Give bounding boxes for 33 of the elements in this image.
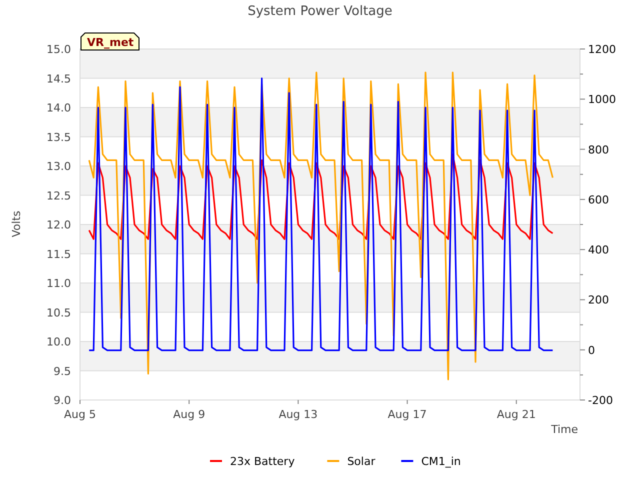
x-tick-label: Aug 17 [388, 408, 427, 421]
y-tick-label: 12.5 [46, 189, 71, 202]
y-tick-label: 9.5 [54, 364, 71, 378]
x-axis-label: Time [551, 423, 578, 436]
legend-label: Solar [347, 455, 376, 468]
badge: VR_met [80, 32, 140, 50]
y2-tick-label: 1200 [588, 43, 616, 56]
y2-tick-label: 800 [588, 143, 609, 156]
y-tick-label: 13.5 [46, 130, 71, 144]
legend-label: 23x Battery [230, 455, 295, 468]
x-tick-label: Aug 9 [173, 408, 206, 421]
y-tick-label: 10.0 [46, 336, 71, 348]
x-tick-label: Aug 5 [64, 408, 96, 421]
y2-tick-label: 400 [588, 244, 609, 257]
y2-tick-label: -200 [588, 394, 613, 407]
x-tick-label: Aug 21 [496, 408, 536, 421]
x-tick-label: Aug 13 [278, 408, 318, 421]
y-tick-label: 10.5 [46, 306, 71, 320]
y2-tick-label: 600 [588, 193, 609, 206]
y2-tick-label: 200 [588, 294, 609, 307]
y-tick-label: 15.0 [46, 43, 71, 56]
y2-tick-label: 0 [588, 344, 595, 357]
y-axis-label: Volts [10, 210, 23, 238]
y-tick-label: 14.0 [46, 102, 71, 114]
y-tick-label: 11.5 [46, 248, 71, 261]
y-tick-label: 12.0 [46, 218, 71, 232]
y-tick-label: 9.0 [54, 394, 71, 407]
legend-label: CM1_in [421, 455, 461, 468]
y-tick-label: 14.5 [46, 72, 71, 86]
chart-title: System Power Voltage [248, 4, 392, 19]
y2-tick-label: 1000 [588, 93, 616, 106]
y-tick-label: 13.0 [46, 160, 71, 173]
y-tick-label: 11.0 [46, 277, 71, 290]
